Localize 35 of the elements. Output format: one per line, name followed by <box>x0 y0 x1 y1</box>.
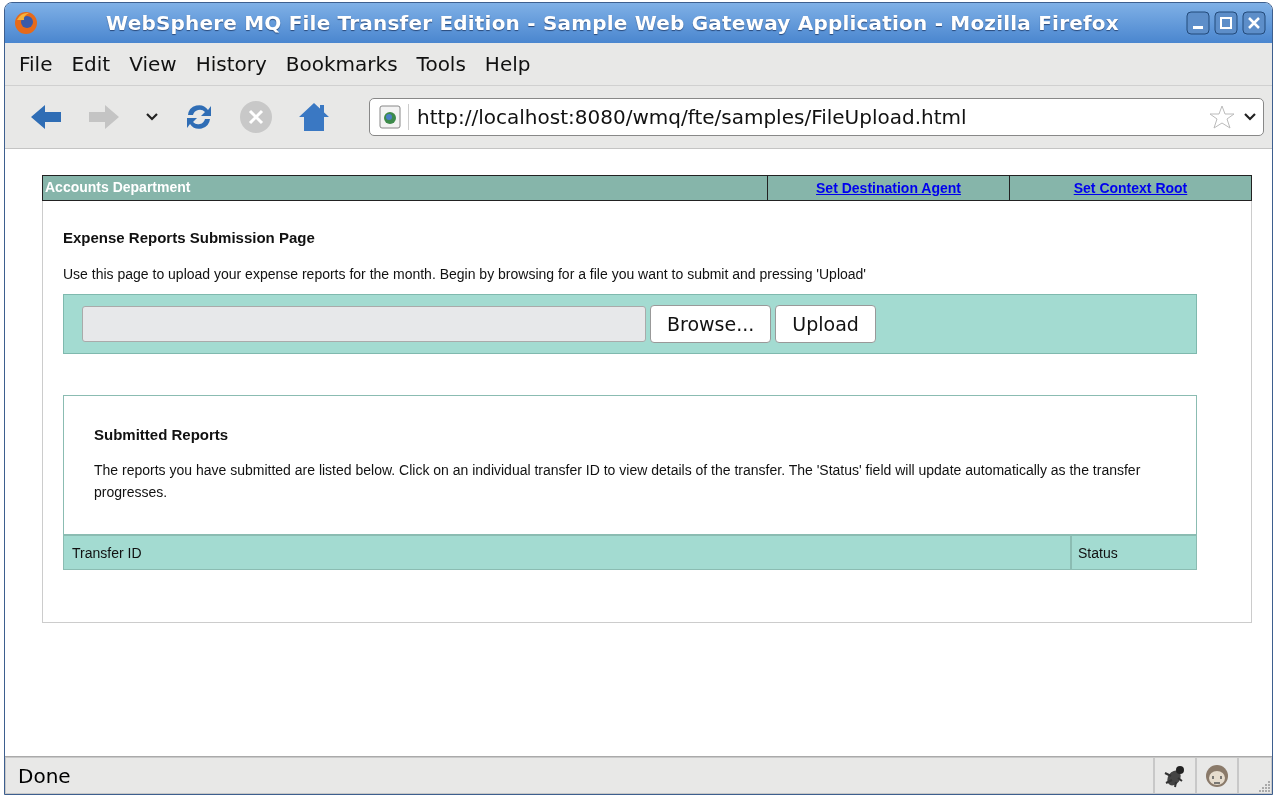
address-field[interactable]: http://localhost:8080/wmq/fte/samples/FileUpload.html <box>369 98 1264 136</box>
menu-item[interactable]: File <box>11 50 61 78</box>
section-title: Submitted Reports <box>94 426 230 443</box>
chevron-down-icon[interactable] <box>1243 112 1257 122</box>
window-title: WebSphere MQ File Transfer Edition - Sample Web Gateway Application - Mozilla Firefox <box>105 11 1120 35</box>
header-link[interactable]: Set Destination Agent <box>816 180 961 196</box>
monkey-face-icon[interactable] <box>1204 762 1230 789</box>
back-arrow-icon[interactable] <box>29 102 63 132</box>
menu-item[interactable]: Bookmarks <box>277 50 406 78</box>
close-icon[interactable] <box>1242 11 1266 35</box>
department-label: Accounts Department <box>44 178 192 197</box>
column-header: Status <box>1077 543 1119 563</box>
home-icon[interactable] <box>297 101 331 133</box>
browse-button[interactable]: Browse... <box>650 305 772 343</box>
star-icon[interactable] <box>1209 104 1235 130</box>
resize-grip-icon[interactable] <box>1257 779 1271 793</box>
menu-item[interactable]: View <box>121 50 185 78</box>
maximize-icon[interactable] <box>1214 11 1238 35</box>
minimize-icon[interactable] <box>1186 11 1210 35</box>
chevron-down-icon[interactable] <box>145 112 159 122</box>
menu-item[interactable]: History <box>187 50 275 78</box>
status-text: Done <box>5 757 1154 794</box>
upload-button[interactable]: Upload <box>775 305 876 343</box>
file-path-field[interactable] <box>82 306 646 342</box>
fox-logo-icon <box>13 10 39 36</box>
page-title: Expense Reports Submission Page <box>63 229 316 246</box>
page-globe-icon <box>378 104 409 130</box>
menu-item[interactable]: Tools <box>408 50 474 78</box>
url-text: http://localhost:8080/wmq/fte/samples/FileUpload.html <box>417 105 968 129</box>
intro-text: Use this page to upload your expense reports for the month. Begin by browsing for a file you want to submit and pressing 'Upload' <box>63 266 868 282</box>
menu-item[interactable]: Help <box>476 50 539 78</box>
menu-item[interactable]: Edit <box>63 50 119 78</box>
column-header: Transfer ID <box>64 536 1072 569</box>
header-link[interactable]: Set Context Root <box>1073 180 1188 196</box>
description-text: The reports you have submitted are listed below. Click on an individual transfer ID to view details of the transfer. The 'Status' field will update automatically as the transfer progresses. <box>94 461 1142 502</box>
